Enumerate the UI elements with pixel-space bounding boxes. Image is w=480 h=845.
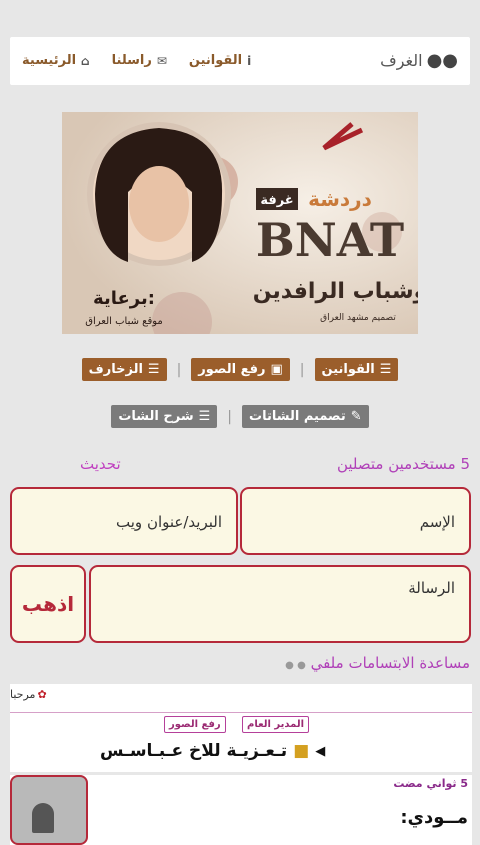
divider: | xyxy=(176,361,182,378)
list-icon: ☰ xyxy=(147,362,160,377)
announcement-text: تـعـزيـة للاخ عـبـاسـس xyxy=(100,741,288,761)
welcome-label: مرحبا xyxy=(10,688,36,701)
chat-guide-label: شرح الشات xyxy=(118,409,194,424)
pencil-icon: ✎ xyxy=(350,409,362,424)
upload-images-label: رفع الصور xyxy=(198,362,266,377)
email-web-field[interactable]: البريد/عنوان ويب xyxy=(10,487,238,555)
admin-badge-label: المدير العام xyxy=(247,719,305,730)
chat-guide-button[interactable]: ☰ شرح الشات xyxy=(111,405,218,428)
chat-design-button[interactable]: ✎ تصميم الشاتات xyxy=(242,405,369,428)
chat-banner: غرفة دردشة BNAT وشباب الرافدين تصميم مشه… xyxy=(62,112,418,334)
announcement-line: ◀ ■ تـعـزيـة للاخ عـبـاسـس xyxy=(100,741,325,761)
banner-title: BNAT xyxy=(256,213,404,267)
play-icon: ◀ xyxy=(315,743,326,759)
image-icon: ▣ xyxy=(270,362,283,377)
welcome-text: ✿ مرحبا xyxy=(10,688,47,701)
nav-contact-label: راسلنا xyxy=(111,53,152,68)
admin-badge: المدير العام xyxy=(242,716,310,733)
home-icon: ⌂ xyxy=(81,53,90,68)
users-icon: ●● xyxy=(426,50,458,71)
nav-home-label: الرئيسية xyxy=(22,53,77,68)
nav-rules-link[interactable]: i القوانين xyxy=(189,53,251,68)
message-username[interactable]: مــودي: xyxy=(400,807,468,828)
upload-badge[interactable]: رفع الصور xyxy=(164,716,226,733)
chat-message-item: 5 ثواني مضت مــودي: xyxy=(10,775,472,845)
portrait-face xyxy=(129,166,189,242)
banner-sponsor: برعاية: xyxy=(93,288,155,309)
go-button[interactable]: اذهب xyxy=(10,565,86,643)
smileys-help-link[interactable]: مساعدة الابتسامات ملفي ● ● xyxy=(285,654,470,672)
banner-art: غرفة دردشة BNAT وشباب الرافدين تصميم مشه… xyxy=(62,112,418,334)
nav-links: ⌂ الرئيسية ✉ راسلنا i القوانين xyxy=(22,53,251,68)
links-row-1: ☰ القوانين | ▣ رفع الصور | ☰ الزخارف xyxy=(0,358,480,381)
rules-button[interactable]: ☰ القوانين xyxy=(314,358,399,381)
upload-badge-label: رفع الصور xyxy=(169,719,221,730)
message-placeholder: الرسالة xyxy=(408,579,455,597)
rules-button-label: القوانين xyxy=(321,362,375,377)
decorations-button[interactable]: ☰ الزخارف xyxy=(81,358,167,381)
banner-site: موقع شباب العراق xyxy=(85,316,163,327)
info-icon: i xyxy=(247,53,252,68)
list-icon: ☰ xyxy=(198,409,211,424)
chat-design-label: تصميم الشاتات xyxy=(249,409,346,424)
top-navbar: ●● الغرف ⌂ الرئيسية ✉ راسلنا i القوانين xyxy=(10,37,470,85)
refresh-link[interactable]: تحديث xyxy=(80,455,121,473)
divider: | xyxy=(227,408,233,425)
avatar-figure xyxy=(32,803,54,833)
nav-home-link[interactable]: ⌂ الرئيسية xyxy=(22,53,90,68)
smileys-help-label: مساعدة الابتسامات ملفي xyxy=(310,654,470,672)
divider: | xyxy=(299,361,305,378)
rooms-brand[interactable]: ●● الغرف xyxy=(380,50,458,71)
nav-rules-label: القوانين xyxy=(188,53,243,68)
banner-room-word: غرفة xyxy=(260,193,293,208)
avatar[interactable] xyxy=(10,775,88,845)
message-field[interactable]: الرسالة xyxy=(89,565,471,643)
nav-contact-link[interactable]: ✉ راسلنا xyxy=(112,53,167,68)
divider-line xyxy=(10,712,472,713)
name-placeholder: الإسم xyxy=(419,513,455,531)
name-field[interactable]: الإسم xyxy=(240,487,471,555)
links-row-2: ✎ تصميم الشاتات | ☰ شرح الشات xyxy=(0,405,480,428)
envelope-icon: ✉ xyxy=(156,53,167,68)
upload-images-button[interactable]: ▣ رفع الصور xyxy=(191,358,290,381)
list-icon: ☰ xyxy=(379,362,392,377)
email-web-placeholder: البريد/عنوان ويب xyxy=(116,513,222,531)
banner-designer: تصميم مشهد العراق xyxy=(320,313,396,323)
message-time: 5 ثواني مضت xyxy=(393,777,468,790)
go-button-label: اذهب xyxy=(21,592,75,616)
brand-label: الغرف xyxy=(380,51,423,70)
decorations-label: الزخارف xyxy=(88,362,143,377)
banner-chat-word: دردشة xyxy=(308,187,372,211)
folder-icon: ■ xyxy=(293,741,310,761)
banner-subtitle: وشباب الرافدين xyxy=(253,279,418,304)
rose-icon: ✿ xyxy=(37,688,47,701)
dots-decor: ● ● xyxy=(285,660,306,671)
online-users-status[interactable]: 5 مستخدمين متصلين xyxy=(337,455,470,473)
